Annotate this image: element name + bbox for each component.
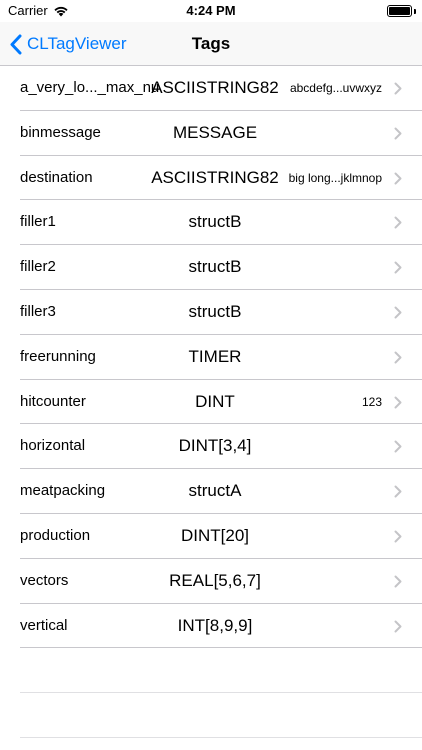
battery-fill bbox=[389, 7, 410, 15]
tag-type: REAL[5,6,7] bbox=[169, 570, 261, 590]
chevron-right-icon bbox=[394, 127, 402, 140]
navigation-bar: CLTagViewer Tags bbox=[0, 22, 422, 66]
chevron-right-icon bbox=[394, 351, 402, 364]
tag-name: destination bbox=[20, 168, 93, 186]
chevron-right-icon bbox=[394, 396, 402, 409]
tag-type: structB bbox=[188, 301, 242, 321]
tag-row[interactable]: horizontal DINT[3,4] bbox=[20, 424, 422, 470]
chevron-right-icon bbox=[394, 172, 402, 185]
tag-type: structA bbox=[188, 481, 242, 501]
tag-row[interactable]: freerunning TIMER bbox=[20, 335, 422, 380]
chevron-right-icon bbox=[394, 485, 402, 498]
battery-icon bbox=[387, 5, 412, 17]
tag-name: production bbox=[20, 526, 91, 544]
tag-row[interactable]: destination ASCIISTRING82 big long...jklmn… bbox=[20, 156, 422, 201]
chevron-right-icon bbox=[394, 216, 402, 229]
tag-value: big long...jklmnop bbox=[288, 170, 382, 185]
tag-type: DINT bbox=[195, 391, 235, 411]
tag-row[interactable]: vectors REAL[5,6,7] bbox=[20, 559, 422, 604]
tag-row[interactable]: meatpacking structA bbox=[20, 469, 422, 514]
tag-row[interactable]: filler3 structB bbox=[20, 290, 422, 335]
tag-type: MESSAGE bbox=[172, 122, 258, 142]
tag-name: horizontal bbox=[20, 437, 86, 455]
status-time: 4:24 PM bbox=[186, 3, 236, 18]
tag-type: INT[8,9,9] bbox=[177, 615, 253, 635]
chevron-right-icon bbox=[394, 575, 402, 588]
tag-type: ASCIISTRING82 bbox=[151, 167, 279, 187]
tag-name: filler3 bbox=[20, 302, 56, 320]
tag-type: ASCIISTRING82 bbox=[151, 78, 279, 97]
tag-row[interactable]: filler2 structB bbox=[20, 245, 422, 290]
tag-name: vertical bbox=[20, 616, 68, 634]
tag-row[interactable]: vertical INT[8,9,9] bbox=[20, 604, 422, 649]
tag-name: a_very_lo..._max_nu bbox=[20, 79, 160, 96]
tag-row[interactable]: production DINT[20] bbox=[20, 514, 422, 559]
tag-name: filler2 bbox=[20, 258, 56, 276]
chevron-right-icon bbox=[394, 620, 402, 633]
tag-name: freerunning bbox=[20, 347, 96, 365]
tag-name: filler1 bbox=[20, 213, 56, 231]
battery-cap bbox=[414, 9, 416, 14]
chevron-right-icon bbox=[394, 82, 402, 95]
chevron-right-icon bbox=[394, 261, 402, 274]
tag-name: binmessage bbox=[20, 123, 101, 141]
tag-name: meatpacking bbox=[20, 482, 106, 500]
empty-row bbox=[20, 693, 422, 738]
tag-row[interactable]: binmessage MESSAGE bbox=[20, 111, 422, 156]
tag-value: abcdefg...uvwxyz bbox=[289, 81, 382, 95]
tag-row[interactable]: hitcounter DINT 123 bbox=[20, 380, 422, 425]
tag-type: TIMER bbox=[188, 346, 242, 366]
tag-row[interactable]: filler1 structB bbox=[20, 200, 422, 246]
chevron-right-icon bbox=[394, 306, 402, 319]
tag-type: structB bbox=[188, 257, 242, 277]
tag-type: DINT[20] bbox=[180, 525, 250, 545]
status-bar: Carrier 4:24 PM bbox=[0, 0, 422, 22]
tag-type: DINT[3,4] bbox=[178, 436, 252, 456]
tag-list: a_very_lo..._max_nu ASCIISTRING82 abcdefg.… bbox=[0, 66, 422, 738]
page-title: Tags bbox=[191, 34, 231, 53]
chevron-right-icon bbox=[394, 440, 402, 453]
tag-name: vectors bbox=[20, 571, 69, 589]
tag-type: structB bbox=[188, 212, 242, 232]
empty-row bbox=[20, 648, 422, 694]
chevron-right-icon bbox=[394, 530, 402, 543]
tag-value: 123 bbox=[361, 394, 382, 409]
tag-name: hitcounter bbox=[20, 392, 86, 410]
tag-row[interactable]: a_very_lo..._max_nu ASCIISTRING82 abcdefg.… bbox=[20, 66, 422, 111]
